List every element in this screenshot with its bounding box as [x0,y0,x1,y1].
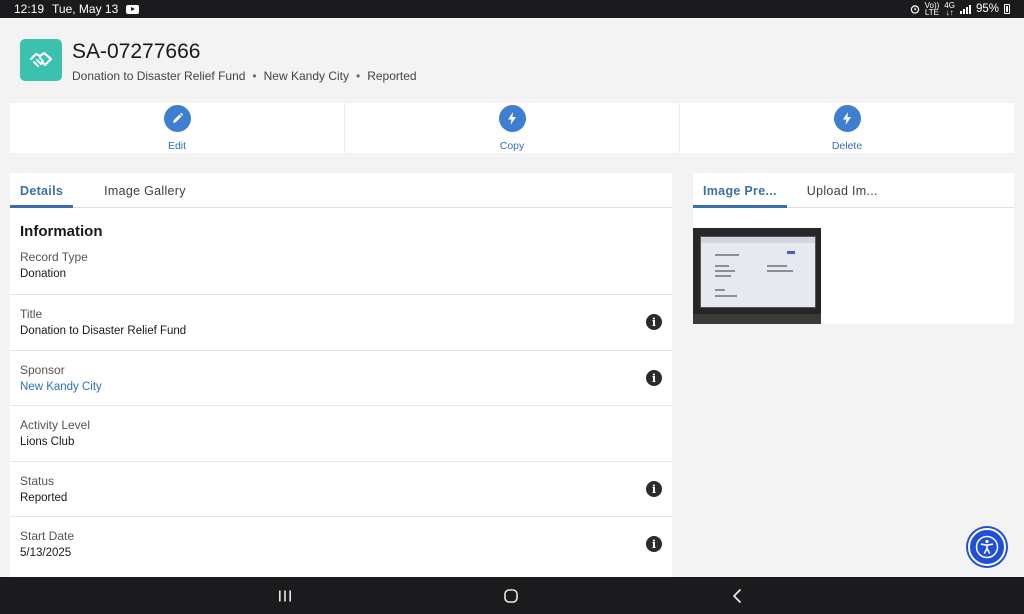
field-status: Status Reported i [10,462,672,517]
field-value: Donation [20,268,67,280]
image-tabs: Image Pre... Upload Im... [693,173,1014,208]
copy-button[interactable]: Copy [345,103,680,153]
battery-percent: 95% [975,3,999,15]
separator: • [252,69,257,83]
field-value: Reported [20,492,68,504]
field-label: Status [20,474,55,488]
record-subtitle: Donation to Disaster Relief Fund • New K… [72,69,417,83]
field-label: Sponsor [20,363,65,377]
status-bar: 12:19 Tue, May 13 Vo)) LTE 4G ↓↑ 95% [0,0,1024,18]
record-number: SA-07277666 [72,40,201,63]
accessibility-icon [975,535,999,559]
recent-apps-button[interactable] [255,577,315,614]
action-bar: Edit Copy Delete [10,103,1014,153]
field-label: Title [20,307,43,321]
sponsor-link[interactable]: New Kandy City [20,381,662,393]
tab-upload-image[interactable]: Upload Im... [797,184,888,207]
field-label: Activity Level [20,418,91,432]
back-icon [733,588,741,603]
field-sponsor: Sponsor New Kandy City i [10,351,672,406]
pencil-icon [163,105,191,132]
record-sponsor: New Kandy City [263,69,349,83]
field-label: Record Type [20,250,88,264]
navigation-bar [0,577,1024,614]
delete-button[interactable]: Delete [680,103,1014,153]
record-status: Reported [367,69,417,83]
field-start-date: Start Date 5/13/2025 i [10,517,672,573]
tab-details[interactable]: Details [10,184,74,208]
youtube-notification-icon [126,4,140,14]
tab-image-preview[interactable]: Image Pre... [693,184,787,208]
info-icon[interactable]: i [646,370,662,386]
field-value: Donation to Disaster Relief Fund [20,325,187,337]
battery-icon [1004,4,1010,14]
copy-label: Copy [499,140,525,152]
alarm-icon [910,5,919,14]
signal-icon [959,4,971,14]
recent-apps-icon [279,590,291,601]
mobile-data-indicator: 4G ↓↑ [944,1,955,17]
info-icon[interactable]: i [646,536,662,552]
delete-label: Delete [831,140,863,152]
back-button[interactable] [707,577,767,614]
info-icon[interactable]: i [646,314,662,330]
edit-label: Edit [167,140,187,152]
home-button[interactable] [481,577,541,614]
field-title: Title Donation to Disaster Relief Fund i [10,295,672,351]
tab-image-gallery[interactable]: Image Gallery [94,184,196,207]
status-time: 12:19 [14,2,45,16]
laptop-screen-photo [700,236,816,308]
field-activity-level: Activity Level Lions Club [10,406,672,462]
image-panel: Image Pre... Upload Im... [693,173,1014,324]
field-label: Start Date [20,529,75,543]
accessibility-button[interactable] [968,528,1006,566]
image-thumbnail[interactable] [693,228,821,324]
handshake-icon [20,39,62,81]
record-title: Donation to Disaster Relief Fund [72,69,246,83]
info-icon[interactable]: i [646,481,662,497]
field-value: 5/13/2025 [20,547,72,559]
laptop-base [693,314,821,324]
field-record-type: Record Type Donation [10,240,672,295]
volte-indicator: Vo)) LTE [924,1,940,17]
lightning-icon [498,105,526,132]
details-tabs: Details Image Gallery [10,173,672,208]
separator: • [356,69,361,83]
field-value: Lions Club [20,436,75,448]
details-panel: Details Image Gallery Information Record… [10,173,672,577]
lightning-icon [833,105,861,132]
status-date: Tue, May 13 [52,2,119,16]
edit-button[interactable]: Edit [10,103,345,153]
section-title-information: Information [20,223,103,240]
home-icon [504,588,518,603]
